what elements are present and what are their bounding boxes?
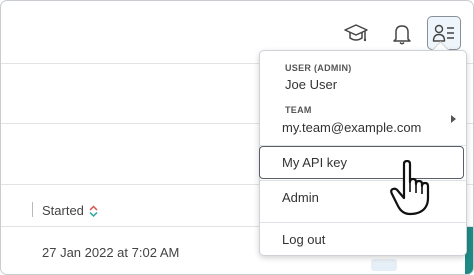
team-email[interactable]: my.team@example.com: [282, 120, 421, 135]
status-badge: [371, 259, 397, 271]
bell-icon[interactable]: [385, 17, 419, 51]
graduation-cap-icon[interactable]: [339, 17, 373, 51]
column-separator: [32, 202, 33, 217]
started-cell: 27 Jan 2022 at 7:02 AM: [42, 245, 180, 260]
logout-item[interactable]: Log out: [260, 223, 466, 256]
sort-icon: [89, 204, 98, 217]
user-name: Joe User: [285, 77, 338, 92]
user-dropdown-menu: USER (ADMIN) Joe User TEAM my.team@examp…: [259, 50, 467, 256]
chevron-right-icon[interactable]: [451, 115, 456, 123]
hand-pointer-icon: [390, 160, 430, 216]
user-role-label: USER (ADMIN): [285, 63, 352, 73]
column-header-started[interactable]: Started: [42, 203, 98, 218]
team-label: TEAM: [285, 105, 312, 115]
column-header-label: Started: [42, 203, 84, 218]
user-card-icon: [432, 24, 454, 42]
